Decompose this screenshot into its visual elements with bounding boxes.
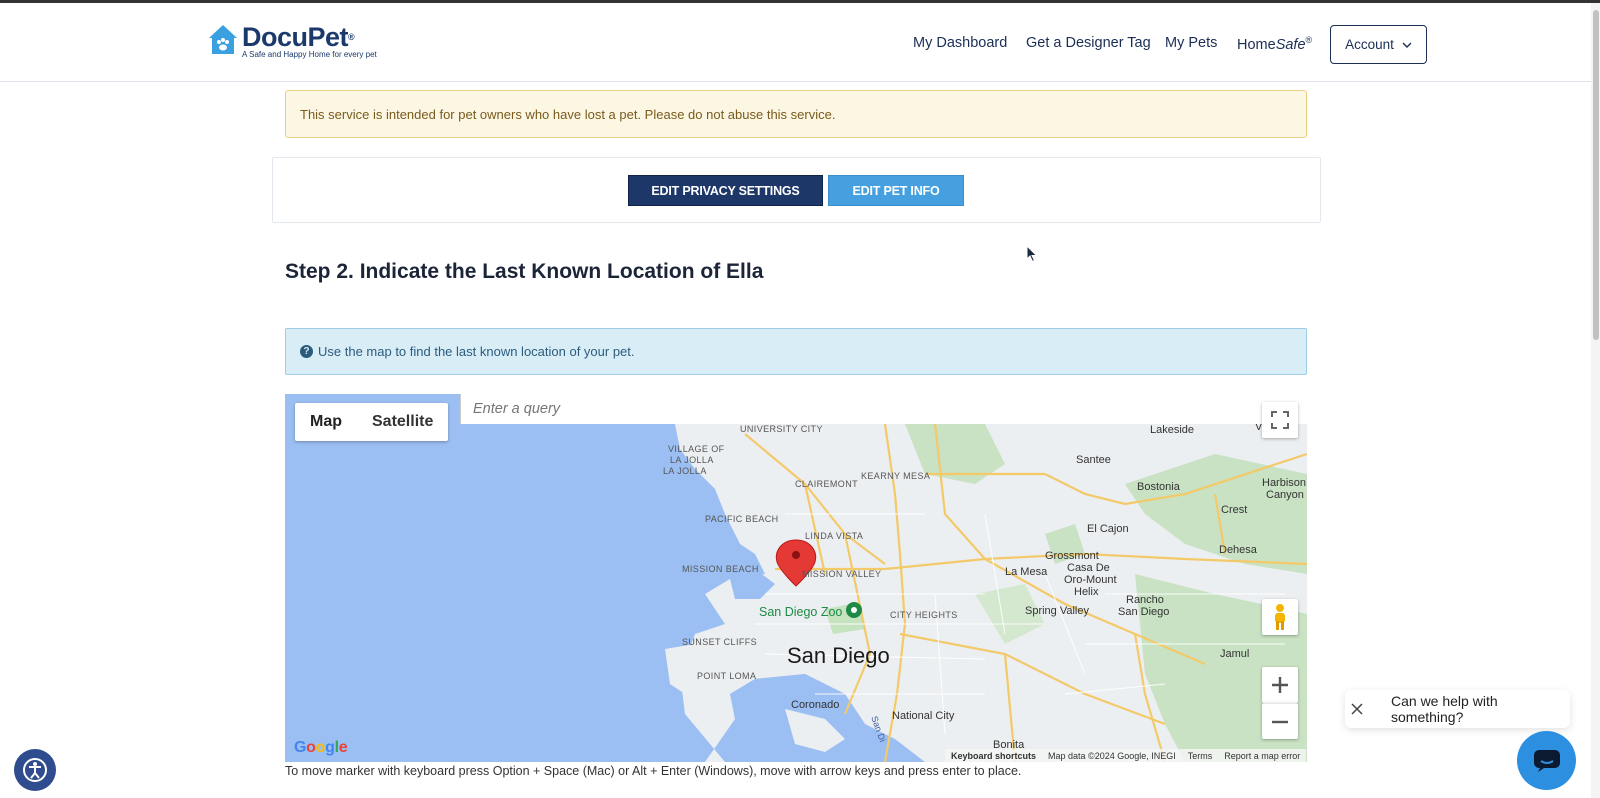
mouse-cursor-icon (1026, 245, 1038, 263)
logo-name: DocuPet (242, 22, 349, 52)
map-label: MISSION VALLEY (802, 569, 882, 579)
docupet-logo[interactable]: DocuPet® A Safe and Happy Home for every… (207, 23, 377, 59)
accessibility-icon (23, 758, 47, 782)
chat-icon (1533, 749, 1560, 772)
chat-prompt-bubble[interactable]: Can we help with something? (1345, 690, 1570, 728)
map-label: Grossmont (1045, 550, 1099, 562)
accessibility-button[interactable] (14, 749, 56, 791)
map-label: LA JOLLA (663, 466, 707, 476)
map-label: Crest (1221, 504, 1248, 516)
report-map-error-link[interactable]: Report a map error (1224, 751, 1300, 761)
map-label: Jamul (1220, 648, 1250, 660)
edit-pet-info-button[interactable]: EDIT PET INFO (828, 175, 964, 206)
map-type-control: Map Satellite (295, 403, 449, 441)
zoom-out-button[interactable] (1262, 703, 1298, 739)
map-label: La Mesa (1005, 566, 1048, 578)
question-circle-icon: ? (300, 345, 313, 358)
account-dropdown-button[interactable]: Account (1330, 25, 1427, 64)
map-label: Rancho (1126, 594, 1164, 606)
step-title: Step 2. Indicate the Last Known Location… (285, 260, 764, 283)
map-label: LINDA VISTA (805, 531, 864, 541)
map-label: Lakeside (1150, 424, 1195, 436)
map-label: CITY HEIGHTS (890, 610, 958, 620)
map-query-input[interactable] (460, 394, 1307, 424)
zoo-label: San Diego Zoo (759, 605, 843, 619)
map-label: MISSION BEACH (682, 564, 759, 574)
map-label: VILLAGE OF (668, 444, 725, 454)
lost-pet-warning: This service is intended for pet owners … (285, 90, 1307, 138)
minus-icon (1272, 720, 1288, 723)
google-logo[interactable]: Google (294, 739, 348, 757)
map-label: Spring Valley (1025, 605, 1089, 617)
san-diego-label: San Diego (787, 643, 890, 668)
map-label: POINT LOMA (697, 671, 757, 681)
keyboard-instructions: To move marker with keyboard press Optio… (285, 764, 1022, 778)
homesafe-italic: Safe (1275, 36, 1306, 53)
close-icon (1351, 703, 1363, 715)
map-label: Oro-Mount (1064, 574, 1117, 586)
map-attribution: Keyboard shortcuts Map data ©2024 Google… (945, 749, 1307, 762)
location-map[interactable]: UNIVERSITY CITY VILLAGE OF LA JOLLA LA J… (285, 394, 1307, 762)
nav-my-dashboard[interactable]: My Dashboard (913, 35, 1007, 51)
map-type-map-button[interactable]: Map (295, 403, 357, 441)
map-label: Santee (1076, 454, 1111, 466)
zoo-pin[interactable] (846, 602, 862, 618)
nav-homesafe[interactable]: HomeSafe® (1237, 35, 1312, 53)
logo-tagline: A Safe and Happy Home for every pet (242, 50, 377, 59)
logo-trademark: ® (348, 32, 355, 42)
plus-icon (1272, 677, 1288, 693)
map-label: Harbison (1262, 477, 1307, 489)
map-label: El Cajon (1087, 523, 1129, 535)
chat-launcher-button[interactable] (1517, 731, 1576, 790)
map-label: SUNSET CLIFFS (682, 637, 758, 647)
fullscreen-icon (1271, 411, 1289, 429)
map-label: Canyon (1266, 489, 1304, 501)
scrollbar-thumb[interactable] (1593, 10, 1599, 340)
account-label: Account (1345, 37, 1394, 52)
map-info-notice: ? Use the map to find the last known loc… (285, 328, 1307, 375)
map-label: PACIFIC BEACH (705, 514, 779, 524)
map-label: UNIVERSITY CITY (740, 424, 823, 434)
warning-text: This service is intended for pet owners … (300, 106, 836, 122)
nav-my-pets[interactable]: My Pets (1165, 35, 1217, 51)
zoom-in-button[interactable] (1262, 667, 1298, 703)
map-label: Coronado (791, 699, 840, 711)
nav-designer-tag[interactable]: Get a Designer Tag (1026, 35, 1151, 51)
chat-close-button[interactable] (1345, 697, 1369, 721)
site-header: DocuPet® A Safe and Happy Home for every… (0, 3, 1598, 82)
fullscreen-button[interactable] (1262, 402, 1298, 438)
homesafe-prefix: Home (1237, 36, 1276, 53)
map-label: Helix (1074, 586, 1099, 598)
map-label: KEARNY MESA (861, 471, 931, 481)
map-label: Dehesa (1219, 544, 1257, 556)
pegman-icon (1275, 604, 1285, 630)
map-label: CLAIREMONT (795, 479, 859, 489)
street-view-pegman-button[interactable] (1262, 599, 1298, 635)
map-type-satellite-button[interactable]: Satellite (357, 403, 448, 441)
map-label: LA JOLLA (670, 455, 714, 465)
map-label: National City (892, 710, 955, 722)
info-text: Use the map to find the last known locat… (318, 344, 635, 359)
map-label: Bostonia (1137, 481, 1180, 493)
map-label: San Diego (1118, 606, 1170, 618)
map-data-credit: Map data ©2024 Google, INEGI (1048, 750, 1176, 761)
chevron-down-icon (1402, 42, 1412, 48)
edit-privacy-settings-button[interactable]: EDIT PRIVACY SETTINGS (628, 175, 823, 206)
chat-prompt-text: Can we help with something? (1391, 693, 1498, 725)
house-paw-icon (207, 23, 239, 57)
map-label: Casa De (1067, 562, 1110, 574)
homesafe-registered: ® (1305, 35, 1313, 45)
keyboard-shortcuts-link[interactable]: Keyboard shortcuts (951, 751, 1036, 761)
terms-link[interactable]: Terms (1188, 751, 1213, 761)
